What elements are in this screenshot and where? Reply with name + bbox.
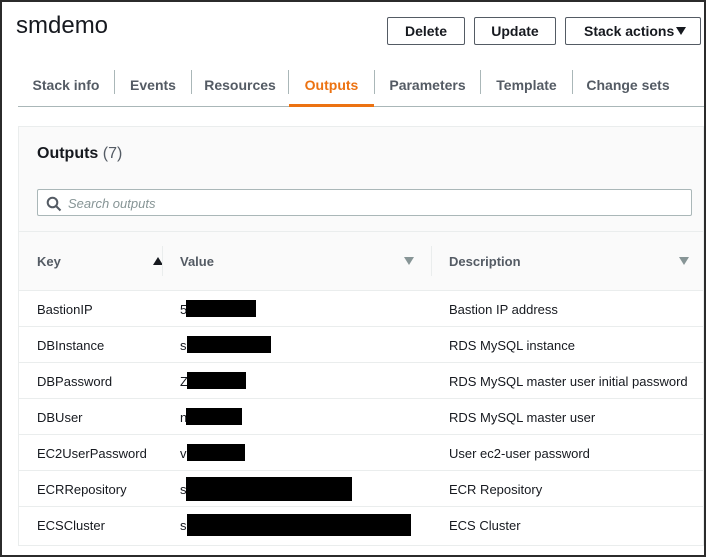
- output-description: Bastion IP address: [449, 301, 558, 317]
- redaction-block: [187, 336, 271, 353]
- table-row: ECRRepository s ECR Repository: [19, 471, 703, 507]
- column-header-value-label: Value: [180, 253, 214, 269]
- tab-bar: Stack info Events Resources Outputs Para…: [18, 64, 704, 107]
- column-header-key[interactable]: Key: [37, 232, 163, 290]
- column-divider: [162, 246, 163, 276]
- search-box[interactable]: [37, 189, 692, 216]
- outputs-count: (7): [102, 145, 123, 162]
- redaction-block: [186, 300, 256, 317]
- search-input[interactable]: [68, 193, 668, 213]
- tab-outputs[interactable]: Outputs: [289, 64, 374, 107]
- redaction-block: [187, 372, 246, 389]
- column-divider: [431, 246, 432, 276]
- stack-actions-label: Stack actions: [584, 23, 675, 39]
- outputs-title: Outputs: [37, 145, 99, 162]
- table-row: DBUser n RDS MySQL master user: [19, 399, 703, 435]
- console-frame: smdemo Delete Update Stack actions Stack…: [0, 0, 706, 557]
- table-row: BastionIP 5 Bastion IP address: [19, 291, 703, 327]
- output-description: ECR Repository: [449, 481, 543, 497]
- output-key: DBPassword: [37, 373, 113, 389]
- output-key: DBInstance: [37, 337, 105, 353]
- output-description: RDS MySQL master user initial password: [449, 373, 688, 389]
- redaction-block: [186, 477, 352, 501]
- table-row: ECSCluster s ECS Cluster: [19, 507, 703, 543]
- output-key: ECRRepository: [37, 481, 127, 497]
- output-key: DBUser: [37, 409, 83, 425]
- output-description: User ec2-user password: [449, 445, 590, 461]
- caret-down-icon: [676, 27, 686, 35]
- table-row: DBPassword Z RDS MySQL master user initi…: [19, 363, 703, 399]
- delete-button[interactable]: Delete: [387, 17, 465, 45]
- tab-parameters[interactable]: Parameters: [375, 64, 480, 106]
- output-description: ECS Cluster: [449, 517, 521, 533]
- tab-resources[interactable]: Resources: [192, 64, 288, 106]
- stack-actions-button[interactable]: Stack actions: [565, 17, 701, 45]
- output-key: EC2UserPassword: [37, 445, 147, 461]
- table-row: DBInstance s RDS MySQL instance: [19, 327, 703, 363]
- outputs-panel: Outputs (7) Key Value Description: [18, 126, 704, 546]
- column-header-description-label: Description: [449, 253, 521, 269]
- output-description: RDS MySQL master user: [449, 409, 596, 425]
- tab-stack-info[interactable]: Stack info: [18, 64, 114, 106]
- column-header-value[interactable]: Value: [180, 232, 430, 290]
- stack-title: smdemo: [16, 12, 109, 39]
- output-value: s: [180, 337, 187, 353]
- output-value: s: [180, 517, 187, 533]
- redaction-block: [187, 514, 411, 536]
- table-header: Key Value Description: [19, 231, 703, 291]
- tab-template[interactable]: Template: [481, 64, 572, 106]
- tab-events[interactable]: Events: [115, 64, 191, 106]
- output-key: BastionIP: [37, 301, 93, 317]
- redaction-block: [187, 444, 245, 461]
- search-icon: [46, 196, 62, 212]
- output-value: v: [180, 445, 187, 461]
- output-key: ECSCluster: [37, 517, 105, 533]
- update-button[interactable]: Update: [474, 17, 556, 45]
- outputs-heading: Outputs (7): [37, 145, 122, 163]
- sort-icon: [679, 257, 689, 265]
- redaction-block: [186, 408, 242, 425]
- table-row: EC2UserPassword v User ec2-user password: [19, 435, 703, 471]
- column-header-key-label: Key: [37, 253, 61, 269]
- sort-icon: [404, 257, 414, 265]
- tab-change-sets[interactable]: Change sets: [573, 64, 683, 106]
- column-header-description[interactable]: Description: [449, 232, 689, 290]
- output-description: RDS MySQL instance: [449, 337, 575, 353]
